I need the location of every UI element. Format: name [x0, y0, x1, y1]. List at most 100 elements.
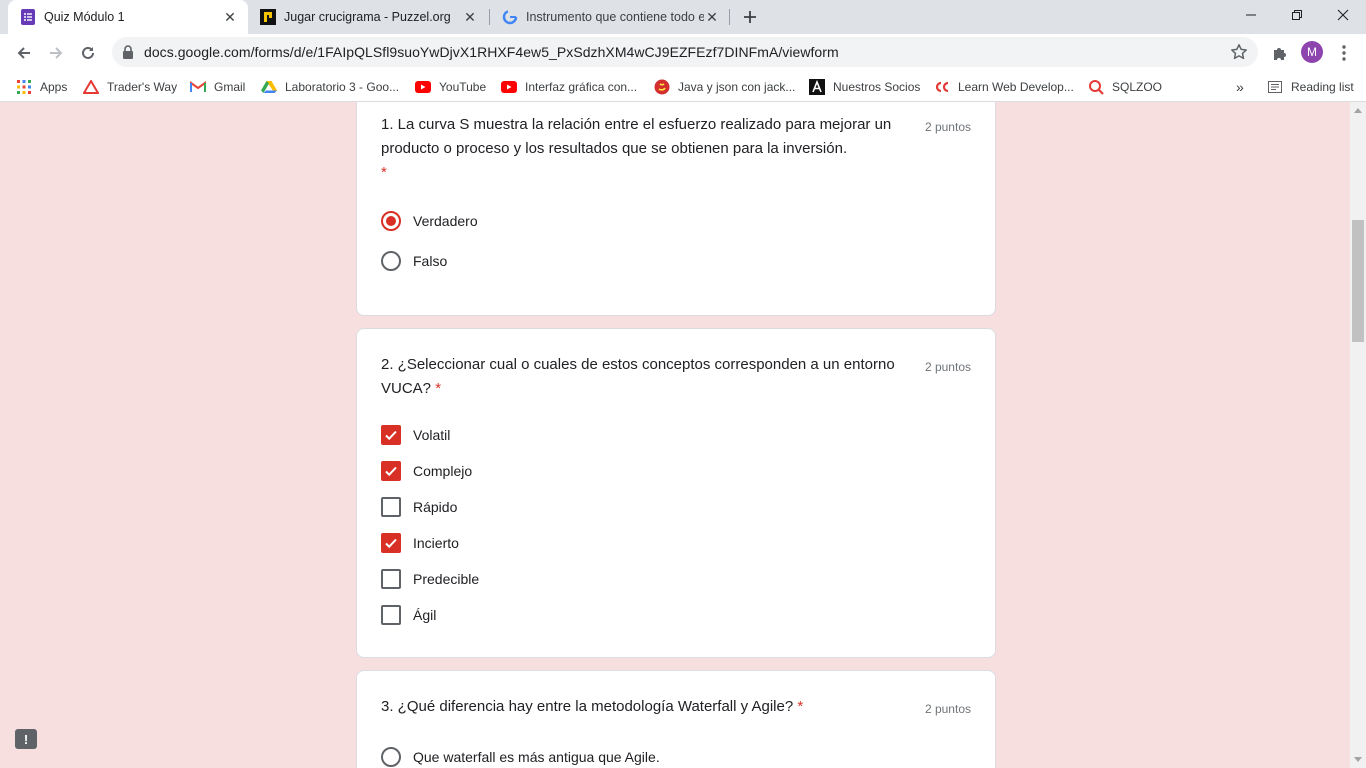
bookmark-interfaz-grafica[interactable]: Interfaz gráfica con... — [501, 76, 637, 98]
option-agil[interactable]: Ágil — [381, 603, 436, 627]
option-label: Ágil — [413, 607, 437, 623]
google-forms-icon — [20, 9, 36, 25]
bookmark-label: Learn Web Develop... — [958, 80, 1074, 94]
bookmark-learn-web-develop[interactable]: Learn Web Develop... — [934, 76, 1074, 98]
page-scrollbar[interactable] — [1350, 102, 1366, 768]
bookmark-sqlzoo[interactable]: SQLZOO — [1088, 76, 1162, 98]
checkbox[interactable] — [381, 605, 401, 625]
bookmark-youtube[interactable]: YouTube — [415, 76, 486, 98]
checkbox-checked[interactable] — [381, 461, 401, 481]
bookmark-label: Java y json con jack... — [678, 80, 796, 94]
option-predecible[interactable]: Predecible — [381, 567, 479, 591]
option-label: Predecible — [413, 571, 480, 587]
close-icon — [1337, 9, 1349, 21]
radio-button[interactable] — [381, 747, 401, 767]
lock-icon — [122, 45, 134, 64]
option-falso[interactable]: Falso — [381, 249, 447, 273]
option-verdadero[interactable]: Verdadero — [381, 209, 478, 233]
scrollbar-thumb[interactable] — [1352, 220, 1364, 342]
checkbox-checked[interactable] — [381, 425, 401, 445]
option-complejo[interactable]: Complejo — [381, 459, 472, 483]
reload-button[interactable] — [74, 39, 102, 67]
browser-menu-button[interactable] — [1330, 39, 1358, 67]
java-icon — [654, 79, 670, 95]
bookmark-label: Nuestros Socios — [833, 80, 921, 94]
checkbox[interactable] — [381, 569, 401, 589]
required-asterisk: * — [797, 698, 804, 715]
reading-list-label: Reading list — [1291, 80, 1354, 94]
new-tab-button[interactable] — [738, 5, 762, 29]
traders-way-icon — [83, 79, 99, 95]
radio-button[interactable] — [381, 251, 401, 271]
back-button[interactable] — [10, 39, 38, 67]
checkbox[interactable] — [381, 497, 401, 517]
youtube-icon — [501, 79, 517, 95]
bookmark-label: YouTube — [439, 80, 487, 94]
bookmark-label: Interfaz gráfica con... — [525, 80, 638, 94]
bookmark-label: SQLZOO — [1112, 80, 1163, 94]
option-volatil[interactable]: Volatil — [381, 423, 450, 447]
bookmark-java-json[interactable]: Java y json con jack... — [654, 76, 795, 98]
points-label: 2 puntos — [924, 702, 971, 716]
tab-puzzel[interactable]: Jugar crucigrama - Puzzel.org ✕ — [248, 0, 488, 34]
option-incierto[interactable]: Incierto — [381, 531, 459, 555]
option-label: Complejo — [413, 463, 473, 479]
address-bar[interactable]: docs.google.com/forms/d/e/1FAIpQLSfl9suo… — [112, 37, 1258, 67]
bookmark-traders-way[interactable]: Trader's Way — [83, 76, 177, 98]
more-vertical-icon — [1342, 45, 1346, 61]
reading-list-button[interactable]: Reading list — [1267, 76, 1354, 98]
tab-quiz-modulo-1[interactable]: Quiz Módulo 1 ✕ — [8, 0, 248, 34]
checkmark-icon — [385, 430, 397, 441]
puzzle-piece-icon — [1274, 48, 1286, 60]
scroll-up-arrow-icon[interactable] — [1354, 108, 1362, 113]
option-label: Incierto — [413, 535, 459, 551]
forward-button[interactable] — [42, 39, 70, 67]
tab-title: Quiz Módulo 1 — [44, 10, 125, 24]
checkbox-checked[interactable] — [381, 533, 401, 553]
checkmark-icon — [385, 466, 397, 477]
question-text: 1. La curva S muestra la relación entre … — [381, 116, 892, 157]
bookmark-laboratorio-3[interactable]: Laboratorio 3 - Goo... — [261, 76, 399, 98]
restore-icon — [1292, 10, 1302, 20]
tab-separator — [729, 9, 730, 25]
minimize-icon — [1246, 14, 1256, 16]
option-rapido[interactable]: Rápido — [381, 495, 457, 519]
question-title: 1. La curva S muestra la relación entre … — [381, 113, 921, 185]
close-tab-icon[interactable]: ✕ — [704, 9, 720, 25]
arrow-right-icon — [50, 47, 63, 59]
question-card-3: 3. ¿Qué diferencia hay entre la metodolo… — [356, 670, 996, 768]
bookmark-label: Gmail — [214, 80, 246, 94]
bookmark-star-icon[interactable] — [1230, 43, 1248, 66]
tab-title: Instrumento que contiene todo e — [526, 10, 704, 24]
browser-tab-strip: Quiz Módulo 1 ✕ Jugar crucigrama - Puzze… — [0, 0, 1366, 34]
close-window-button[interactable] — [1320, 0, 1366, 30]
tab-instrumento[interactable]: Instrumento que contiene todo e ✕ — [490, 0, 730, 34]
arrow-left-icon — [17, 47, 30, 59]
minimize-button[interactable] — [1228, 0, 1274, 30]
extensions-button[interactable] — [1266, 39, 1294, 67]
url-text: docs.google.com/forms/d/e/1FAIpQLSfl9suo… — [144, 44, 839, 60]
option-waterfall-mas-antigua[interactable]: Que waterfall es más antigua que Agile. — [381, 745, 660, 768]
required-asterisk: * — [435, 380, 442, 397]
report-feedback-button[interactable]: ! — [15, 729, 37, 749]
bookmark-nuestros-socios[interactable]: Nuestros Socios — [809, 76, 920, 98]
bookmark-gmail[interactable]: Gmail — [190, 76, 245, 98]
close-tab-icon[interactable]: ✕ — [222, 9, 238, 25]
more-bookmarks-button[interactable]: » — [1236, 76, 1244, 98]
bookmark-apps[interactable]: Apps — [16, 76, 67, 98]
gmail-icon — [190, 79, 206, 95]
points-label: 2 puntos — [924, 120, 971, 134]
checkmark-icon — [385, 538, 397, 549]
question-card-2: 2. ¿Seleccionar cual o cuales de estos c… — [356, 328, 996, 658]
sqlzoo-icon — [1088, 79, 1104, 95]
form-page: 1. La curva S muestra la relación entre … — [0, 102, 1350, 768]
bookmarks-bar: Apps Trader's Way Gmail Laboratorio 3 - … — [0, 71, 1366, 102]
radio-button-selected[interactable] — [381, 211, 401, 231]
scroll-down-arrow-icon[interactable] — [1354, 757, 1362, 762]
bookmark-label: Apps — [40, 80, 68, 94]
google-icon — [502, 9, 518, 25]
profile-avatar[interactable]: M — [1301, 41, 1323, 63]
bookmark-label: Laboratorio 3 - Goo... — [285, 80, 400, 94]
restore-button[interactable] — [1274, 0, 1320, 30]
close-tab-icon[interactable]: ✕ — [462, 9, 478, 25]
